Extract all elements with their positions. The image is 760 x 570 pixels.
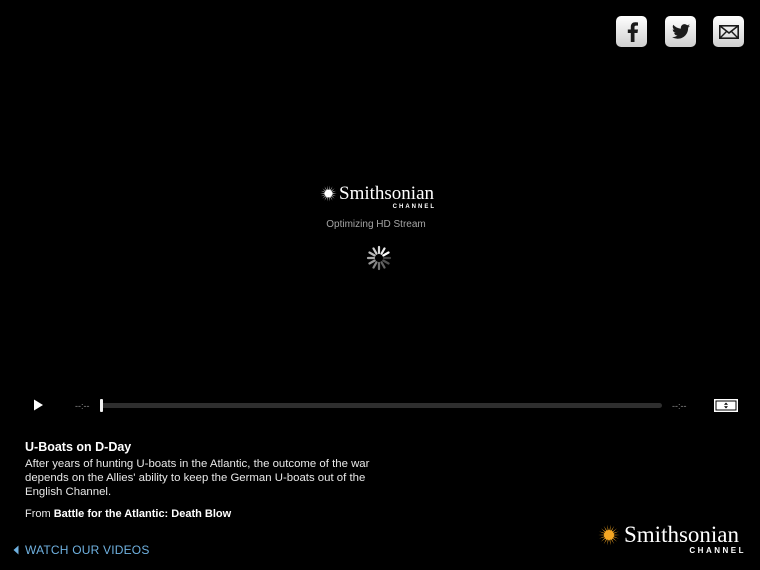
logo-subtitle: CHANNEL — [392, 204, 436, 210]
total-time: --:-- — [672, 401, 687, 411]
sun-icon — [320, 185, 337, 202]
facebook-share-button[interactable] — [616, 16, 647, 47]
from-prefix: From — [25, 508, 51, 520]
watch-our-videos-label: WATCH OUR VIDEOS — [25, 543, 150, 557]
twitter-share-button[interactable] — [665, 16, 696, 47]
video-description: After years of hunting U-boats in the At… — [25, 458, 370, 499]
smithsonian-channel-logo: Smithsonian CHANNEL — [598, 523, 750, 555]
progress-track[interactable] — [100, 399, 662, 412]
logo-wordmark: Smithsonian — [339, 183, 435, 204]
watch-our-videos-link[interactable]: WATCH OUR VIDEOS — [13, 543, 150, 557]
back-arrow-icon — [13, 545, 19, 555]
facebook-icon — [627, 21, 638, 42]
play-button[interactable] — [30, 397, 46, 413]
logo-subtitle: CHANNEL — [689, 546, 746, 555]
loading-spinner-icon — [366, 245, 392, 271]
show-title-link[interactable]: Battle for the Atlantic: Death Blow — [54, 508, 231, 520]
current-time: --:-- — [75, 401, 90, 411]
email-icon — [718, 24, 739, 39]
video-title: U-Boats on D-Day — [25, 440, 132, 454]
play-icon — [34, 399, 43, 411]
scrub-handle[interactable] — [100, 399, 103, 412]
loading-logo: Smithsonian CHANNEL — [320, 184, 440, 212]
loading-status: Optimizing HD Stream — [326, 219, 426, 230]
email-share-button[interactable] — [713, 16, 744, 47]
sun-icon — [598, 524, 620, 545]
video-player: Smithsonian CHANNEL Optimizing HD Stream… — [0, 0, 760, 570]
from-line: From Battle for the Atlantic: Death Blow — [25, 508, 231, 520]
twitter-icon — [671, 24, 690, 39]
fullscreen-button[interactable] — [714, 399, 738, 412]
logo-wordmark: Smithsonian — [624, 522, 740, 547]
